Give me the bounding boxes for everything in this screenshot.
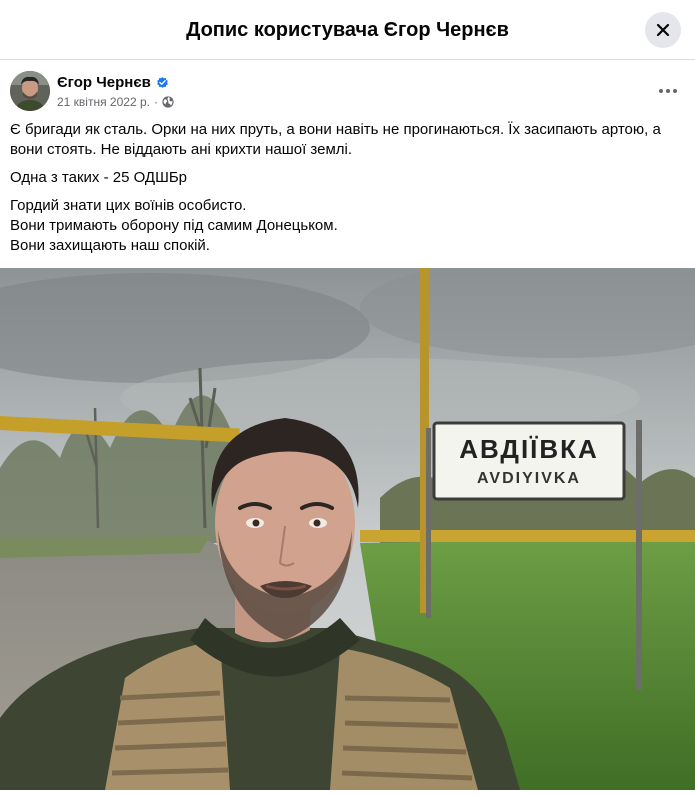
more-horizontal-icon — [659, 89, 677, 93]
close-icon — [656, 23, 670, 37]
post-paragraph: Гордий знати цих воїнів особисто. — [10, 197, 247, 214]
meta-separator: · — [153, 95, 158, 109]
dialog-header: Допис користувача Єгор Чернєв — [0, 0, 695, 60]
post-options-button[interactable] — [652, 77, 684, 105]
post-header: Єгор Чернєв 21 квітня 2022 р. · — [0, 61, 695, 121]
globe-icon — [162, 96, 174, 108]
dialog-title: Допис користувача Єгор Чернєв — [186, 19, 509, 41]
sign-cyrillic: АВДІЇВКА — [459, 434, 599, 464]
post-line: Вони тримають оборону під самим Донецько… — [10, 217, 338, 234]
post-paragraph: Одна з таких - 25 ОДШБр — [10, 169, 188, 186]
post-paragraph: Є бригади як сталь. Орки на них пруть, а… — [10, 121, 661, 158]
sign-latin: AVDIYIVKA — [477, 470, 581, 487]
post-photo[interactable]: АВДІЇВКА AVDIYIVKA — [0, 258, 695, 790]
verified-badge-icon — [157, 77, 168, 88]
post-line: Вони захищають наш спокій. — [10, 237, 210, 254]
post-body: Є бригади як сталь. Орки на них пруть, а… — [10, 120, 680, 256]
author-name[interactable]: Єгор Чернєв — [57, 74, 151, 91]
avatar[interactable] — [10, 71, 50, 111]
close-button[interactable] — [645, 12, 681, 48]
post-date[interactable]: 21 квітня 2022 р. — [57, 95, 150, 109]
